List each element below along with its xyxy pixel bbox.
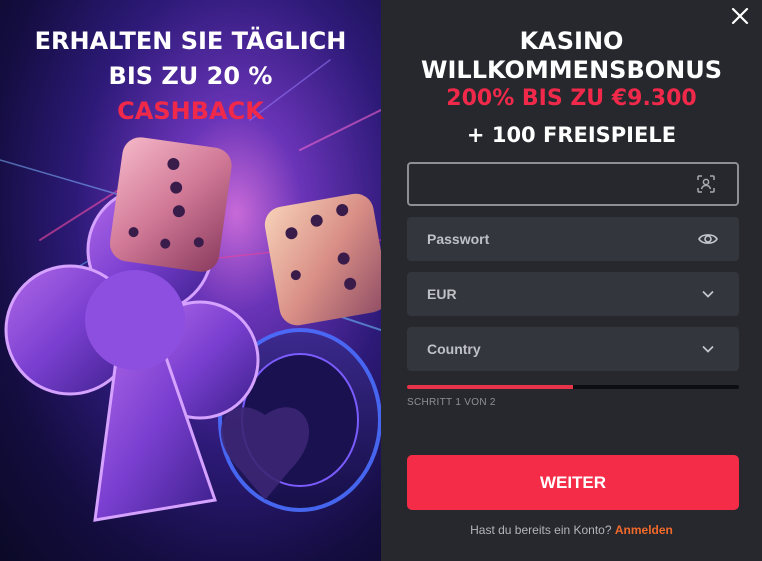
eye-icon[interactable] [697, 228, 719, 250]
bonus-amount: 200% BIS ZU €9.300 [446, 86, 697, 111]
user-scan-icon [695, 173, 717, 195]
username-field[interactable] [407, 162, 739, 206]
promo-headline: ERHALTEN SIE TÄGLICH BIS ZU 20 % CASHBAC… [0, 24, 381, 129]
promo-headline-line2: BIS ZU 20 % [108, 62, 273, 90]
registration-modal: ERHALTEN SIE TÄGLICH BIS ZU 20 % CASHBAC… [0, 0, 762, 561]
close-icon [731, 7, 749, 25]
close-button[interactable] [728, 4, 752, 28]
password-field[interactable]: Passwort [407, 217, 739, 261]
promo-headline-line1: ERHALTEN SIE TÄGLICH [34, 27, 347, 55]
chevron-down-icon [697, 283, 719, 305]
promo-headline-accent: CASHBACK [117, 97, 264, 125]
login-link[interactable]: Anmelden [615, 523, 673, 537]
registration-form-panel: KASINO WILLKOMMENSBONUS 200% BIS ZU €9.3… [381, 0, 762, 561]
currency-value: EUR [427, 286, 457, 302]
password-label: Passwort [427, 231, 490, 247]
login-prompt-line: Hast du bereits ein Konto? Anmelden [381, 523, 762, 537]
step-progress-fill [407, 385, 573, 389]
login-prompt-text: Hast du bereits ein Konto? [470, 523, 612, 537]
chevron-down-icon [697, 338, 719, 360]
currency-select[interactable]: EUR [407, 272, 739, 316]
promo-panel: ERHALTEN SIE TÄGLICH BIS ZU 20 % CASHBAC… [0, 0, 381, 561]
continue-button[interactable]: WEITER [407, 455, 739, 510]
bonus-free-spins: + 100 FREISPIELE [466, 123, 677, 147]
bonus-offer: KASINO WILLKOMMENSBONUS 200% BIS ZU €9.3… [381, 27, 762, 150]
step-progress-bar [407, 385, 739, 389]
bonus-title-line1: KASINO [519, 27, 624, 55]
country-label: Country [427, 341, 481, 357]
step-indicator: SCHRITT 1 VON 2 [407, 397, 496, 408]
bonus-title-line2: WILLKOMMENSBONUS [421, 56, 722, 84]
country-select[interactable]: Country [407, 327, 739, 371]
